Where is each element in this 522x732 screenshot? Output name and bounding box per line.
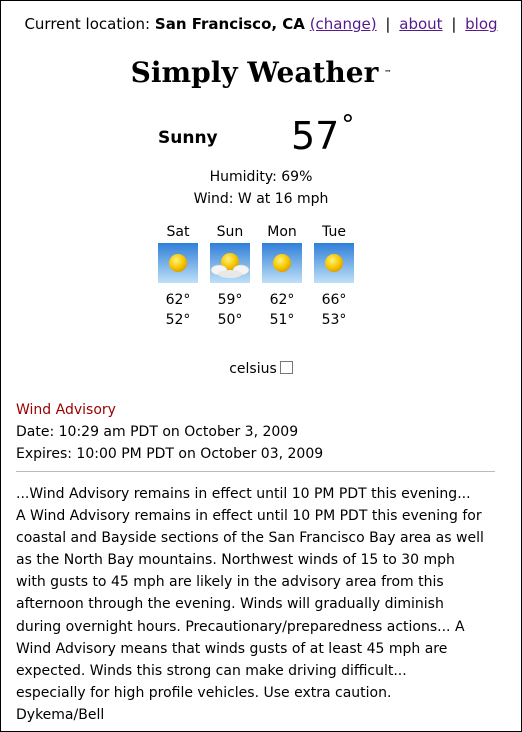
celsius-checkbox[interactable] [279,361,293,374]
forecast-low: 51° [269,312,295,328]
alert-line: Wind Advisory means that winds gusts of … [16,640,448,657]
forecast-low: 53° [321,312,347,328]
page-title: Simply Weather ™ [1,56,521,89]
alert-line: A Wind Advisory remains in effect until … [16,508,482,525]
current-temperature: 57° [291,110,354,158]
blog-link[interactable]: blog [465,15,497,33]
alert-line: expected. Winds this strong can make dri… [16,662,407,679]
location-label: Current location: [24,15,151,33]
site-name: Simply Weather [130,56,379,89]
alert-expires: Expires: 10:00 PM PDT on October 03, 200… [16,446,324,462]
change-location-link[interactable]: (change) [310,15,377,33]
sunny-icon [158,243,198,283]
location-bar: Current location: San Francisco, CA (cha… [1,15,521,33]
forecast-high: 62° [165,292,191,308]
alert-line: especially for high profile vehicles. Us… [16,684,392,701]
forecast-high: 62° [269,292,295,308]
sunny-icon [262,243,302,283]
forecast-low: 52° [165,312,191,328]
trademark: ™ [384,68,392,77]
celsius-label: celsius [229,361,277,377]
alert-body: ...Wind Advisory remains in effect until… [16,483,498,726]
forecast-high: 66° [321,292,347,308]
forecast-day: Sat 62° 52° [156,224,200,328]
forecast-day: Mon 62° 51° [260,224,304,328]
forecast-day-name: Tue [322,224,346,240]
current-condition: Sunny [158,128,218,148]
forecast-day-name: Sun [216,224,244,240]
alert-line: with gusts to 45 mph are likely in the a… [16,574,444,591]
alert-line: afternoon through the evening. Winds wil… [16,596,444,613]
celsius-toggle: celsius [1,361,521,377]
alert-title: Wind Advisory [16,402,116,418]
partly-cloudy-icon [210,243,250,283]
forecast-low: 50° [217,312,243,328]
alert-line: coastal and Bayside sections of the San … [16,530,484,547]
alert-line: during overnight hours. Precautionary/pr… [16,618,465,635]
forecast-day: Sun 59° 50° [208,224,252,328]
forecast-high: 59° [217,292,243,308]
forecast-day-name: Mon [267,224,297,240]
weather-page: Current location: San Francisco, CA (cha… [0,0,522,732]
forecast-day-name: Sat [166,224,190,240]
current-city: San Francisco, CA [154,15,305,33]
degree-symbol: ° [341,110,355,140]
divider [16,471,495,472]
forecast-day: Tue 66° 53° [312,224,356,328]
alert-line: as the North Bay mountains. Northwest wi… [16,552,455,569]
about-link[interactable]: about [399,15,442,33]
separator: | [385,15,391,33]
temperature-value: 57 [291,114,340,158]
sunny-icon [314,243,354,283]
alert-line: Dykema/Bell [16,706,105,723]
separator: | [451,15,457,33]
wind: Wind: W at 16 mph [193,191,329,207]
humidity: Humidity: 69% [209,169,313,185]
alert-line: ...Wind Advisory remains in effect until… [16,486,471,502]
alert-date: Date: 10:29 am PDT on October 3, 2009 [16,424,299,440]
